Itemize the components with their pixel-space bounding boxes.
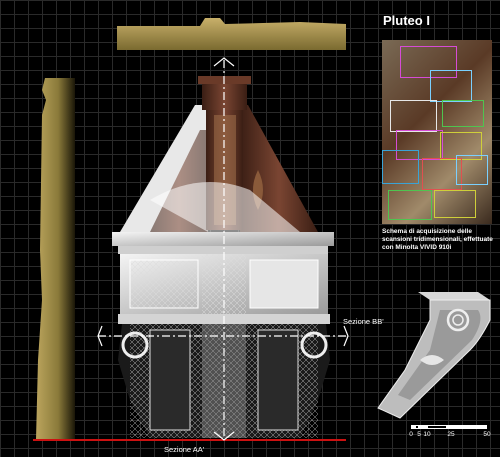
scale-tick: 10 xyxy=(423,431,431,438)
caption-line-2: scansioni tridimensionali, effettuate xyxy=(382,236,493,243)
scale-segment xyxy=(447,425,487,429)
scale-bar: 0 5 10 25 50 xyxy=(409,425,491,438)
left-profile-section xyxy=(33,78,75,440)
scale-tick: 50 xyxy=(483,431,491,438)
caption-line-1: Schema di acquisizione delle xyxy=(382,228,472,235)
top-profile-section xyxy=(117,18,346,50)
scan-acquisition-photo xyxy=(382,40,492,224)
scale-tick: 25 xyxy=(447,431,455,438)
scale-tick: 0 xyxy=(409,431,413,438)
caption-line-3: con Minolta VIVID 910i xyxy=(382,244,452,251)
page-title: Pluteo I xyxy=(383,13,430,28)
scale-segment xyxy=(427,425,447,429)
pulpit-model xyxy=(112,76,334,438)
bracket-model xyxy=(377,292,491,419)
scale-tick: 5 xyxy=(417,431,421,438)
scale-segment xyxy=(419,425,427,429)
section-bb-label: Sezione BB' xyxy=(343,317,384,326)
section-aa-label: Sezione AA' xyxy=(164,445,205,454)
photo-caption: Schema di acquisizione delle scansioni t… xyxy=(382,228,498,252)
